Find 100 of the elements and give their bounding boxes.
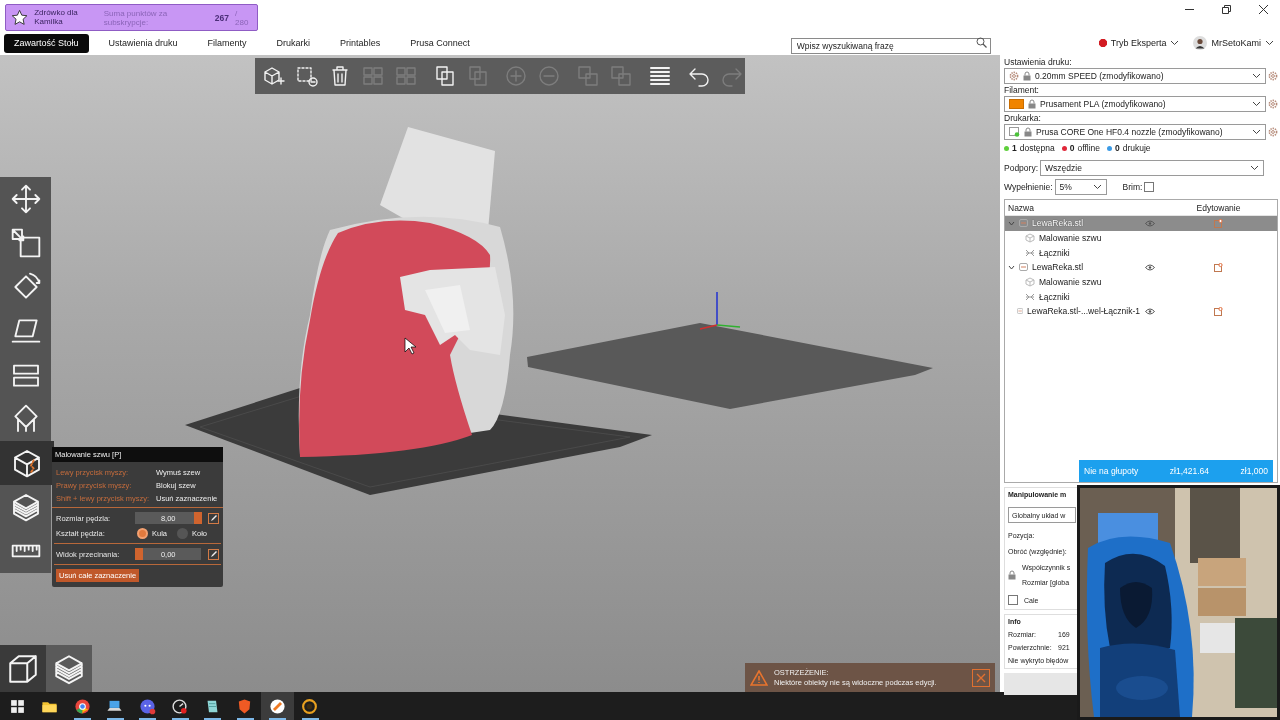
split-icon (609, 64, 633, 88)
object-row[interactable]: Malowanie szwu (1005, 274, 1277, 290)
field-label: Brim: (1122, 182, 1143, 192)
gear-icon[interactable] (1268, 71, 1278, 81)
ring-icon (301, 697, 319, 715)
cursor-icon (404, 337, 417, 355)
lock-icon (1024, 127, 1032, 137)
view-button[interactable] (0, 645, 46, 692)
chevron-down-icon (1265, 40, 1274, 46)
color-swatch (1009, 99, 1024, 109)
lines-icon (647, 64, 672, 88)
axes-drawing (699, 291, 741, 330)
close-icon (976, 672, 986, 683)
chevron-down-icon (1092, 184, 1102, 190)
object-icon (1019, 219, 1028, 228)
field-label: Podpory: (1004, 163, 1039, 173)
goal-count: 267 (214, 12, 230, 23)
gauge-icon (171, 697, 189, 715)
printer-status: 0 drukuje (1107, 143, 1151, 153)
chevron-down-icon[interactable] (1008, 263, 1015, 271)
user-menu[interactable]: MrSetoKami (1193, 36, 1274, 50)
slicer-icon (268, 697, 286, 715)
chevron-down-icon (1252, 101, 1261, 107)
tab[interactable]: Zawartość Stołu (4, 33, 89, 53)
tab[interactable]: Drukarki (266, 33, 321, 53)
tab[interactable]: Prusa Connect (400, 33, 480, 53)
radio-dot[interactable] (137, 528, 148, 539)
lock-icon (1023, 71, 1031, 81)
checkbox[interactable] (1144, 182, 1155, 192)
object-icon (1016, 307, 1024, 316)
slider-thumb[interactable] (135, 548, 144, 560)
grid-icon (361, 64, 385, 88)
chevron-down-icon (1252, 73, 1261, 79)
tab[interactable]: Printables (330, 33, 391, 53)
restore-icon (1221, 4, 1231, 14)
preset-dropdown[interactable]: Prusament PLA (zmodyfikowano) (1004, 96, 1266, 112)
search-field[interactable]: Wpisz wyszukiwaną frazę (790, 38, 991, 54)
preset-dropdown[interactable]: Prusa CORE One HF0.4 nozzle (zmodyfikowano) (1004, 124, 1266, 140)
column-header: Edytowanie (1195, 202, 1242, 213)
chat-icon (138, 697, 156, 715)
pencil-icon[interactable] (208, 548, 219, 560)
cube-icon (1025, 233, 1035, 244)
object-name: Malowanie szwu (1039, 277, 1102, 288)
gear-icon[interactable] (1268, 99, 1278, 109)
chevron-down-icon (1252, 129, 1261, 135)
split-icon (576, 64, 601, 88)
minus-circle-icon (537, 64, 562, 88)
search-icon[interactable] (975, 37, 987, 48)
connector-icon (1025, 291, 1035, 302)
gear-icon[interactable] (1009, 71, 1019, 81)
eye-icon[interactable] (1145, 307, 1155, 315)
object-row[interactable]: LewaReka.stl (1005, 260, 1277, 275)
tool-button[interactable] (0, 441, 54, 485)
chevron-down-icon (1250, 165, 1259, 171)
supports-dropdown[interactable]: Wszędzie (1040, 160, 1264, 176)
plus-circle-icon (504, 64, 529, 88)
tab[interactable]: Filamenty (197, 33, 257, 53)
infill-dropdown[interactable]: 5% (1054, 179, 1107, 195)
checkbox[interactable] (1008, 595, 1018, 605)
dashed-cube-minus-icon (295, 64, 320, 88)
object-row[interactable]: Łączniki (1005, 245, 1277, 261)
start-icon (8, 697, 26, 715)
object-row[interactable]: Łączniki (1005, 289, 1277, 305)
octagon-icon (1098, 39, 1107, 47)
object-name: LewaReka.stl (1032, 218, 1084, 229)
goal-target: zł1,000 (1240, 466, 1268, 476)
connector-icon (1025, 247, 1035, 258)
radio-dot[interactable] (177, 528, 188, 539)
mode-dropdown[interactable]: Tryb Eksperta (1098, 38, 1180, 48)
edit-icon[interactable] (1214, 306, 1223, 316)
tab[interactable]: Ustawienia druku (98, 33, 188, 53)
field-label: Ustawienia druku: (1004, 57, 1073, 67)
printer-status: 1 dostępna (1004, 143, 1055, 153)
slider-thumb[interactable] (194, 512, 203, 524)
goal-label: Nie na głupoty (1084, 466, 1139, 476)
object-icon (1019, 263, 1028, 272)
preset-dropdown[interactable]: 0.20mm SPEED (zmodyfikowano) (1004, 68, 1266, 84)
object-name: LewaReka.stl-...wel-Łącznik-1 (1027, 306, 1140, 317)
eye-icon[interactable] (1145, 263, 1155, 271)
browser-icon (73, 697, 91, 715)
gear-icon[interactable] (1268, 127, 1278, 137)
printer-status: 0 offline (1061, 143, 1100, 153)
warning-icon (750, 669, 768, 686)
pencil-icon[interactable] (208, 512, 219, 524)
column-header: Nazwa (1007, 202, 1035, 213)
edit-icon[interactable] (1214, 262, 1223, 272)
lock-icon (1008, 570, 1016, 580)
cube-icon (1025, 277, 1035, 288)
object-row[interactable]: Malowanie szwu (1005, 230, 1277, 246)
object-name: Malowanie szwu (1039, 233, 1102, 244)
goal-title: Zdrówko dla Kamilka (34, 9, 79, 26)
seam-cube-icon (11, 447, 43, 479)
cube-plus-icon (262, 64, 287, 88)
object-name: LewaReka.stl (1032, 262, 1084, 273)
avatar-icon (1193, 36, 1208, 50)
taskbar-button[interactable] (261, 692, 294, 720)
object-row[interactable]: LewaReka.stl-...wel-Łącznik-1 (1005, 304, 1277, 319)
object-name: Łączniki (1039, 247, 1070, 258)
grid-icon (393, 64, 418, 88)
field-label: Wypełnienie: (1004, 182, 1053, 192)
